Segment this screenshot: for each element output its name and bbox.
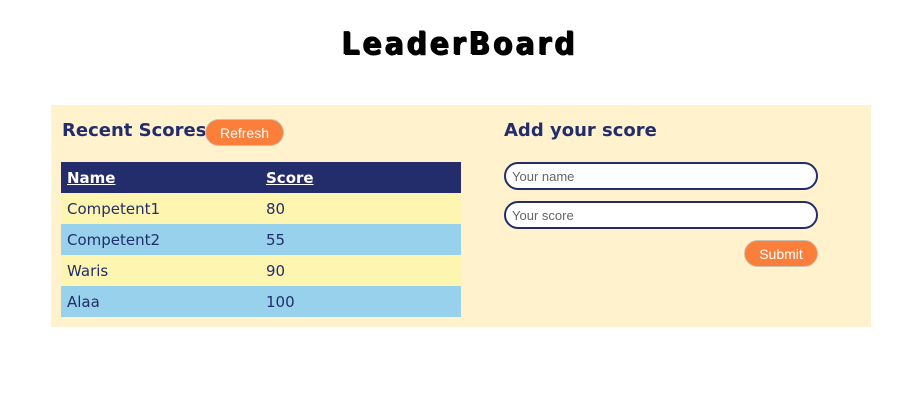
recent-scores-title: Recent Scores — [62, 120, 207, 141]
score-column-header: Score — [260, 162, 461, 193]
refresh-button[interactable]: Refresh — [205, 119, 284, 146]
player-name-cell: Alaa — [61, 286, 260, 317]
player-name-cell: Competent1 — [61, 193, 260, 224]
player-name-cell: Waris — [61, 255, 260, 286]
player-score-cell: 80 — [260, 193, 461, 224]
table-header-row: Name Score — [61, 162, 461, 193]
player-score-cell: 90 — [260, 255, 461, 286]
submit-button[interactable]: Submit — [744, 240, 818, 267]
table-row: Competent1 80 — [61, 193, 461, 224]
player-name-cell: Competent2 — [61, 224, 260, 255]
score-input[interactable] — [504, 201, 818, 229]
name-column-header: Name — [61, 162, 260, 193]
player-score-cell: 100 — [260, 286, 461, 317]
table-row: Alaa 100 — [61, 286, 461, 317]
table-row: Waris 90 — [61, 255, 461, 286]
scores-table: Name Score Competent1 80 Competent2 55 W… — [61, 162, 461, 317]
name-input[interactable] — [504, 162, 818, 190]
player-score-cell: 55 — [260, 224, 461, 255]
leaderboard-panel: Recent Scores Refresh Name Score Compete… — [51, 105, 871, 327]
add-score-title: Add your score — [504, 120, 657, 141]
page-title: LeaderBoard — [341, 26, 578, 62]
table-row: Competent2 55 — [61, 224, 461, 255]
